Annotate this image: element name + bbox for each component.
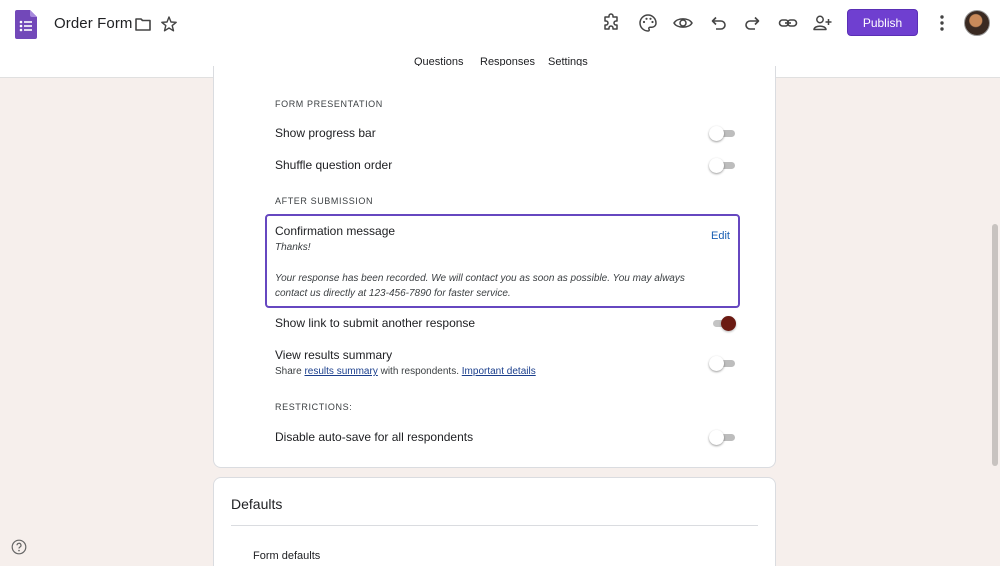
forms-logo-icon[interactable] xyxy=(15,10,37,39)
redo-icon[interactable] xyxy=(742,12,764,34)
add-collaborator-icon[interactable] xyxy=(811,12,833,34)
confirmation-message-title: Confirmation message xyxy=(275,224,396,238)
form-defaults-row[interactable]: Form defaults xyxy=(253,550,320,562)
folder-icon[interactable] xyxy=(134,15,152,33)
view-results-summary-toggle[interactable] xyxy=(709,356,737,371)
show-progress-bar-toggle[interactable] xyxy=(709,126,737,141)
avatar[interactable] xyxy=(964,10,990,36)
share-middle: with respondents. xyxy=(380,366,459,377)
shuffle-question-order-toggle[interactable] xyxy=(709,158,737,173)
confirmation-thanks-text: Thanks! xyxy=(275,242,311,253)
defaults-title: Defaults xyxy=(231,496,283,512)
toggle-knob xyxy=(709,430,724,445)
palette-icon[interactable] xyxy=(637,12,659,34)
toggle-knob xyxy=(721,316,736,331)
after-submission-heading: AFTER SUBMISSION xyxy=(275,196,374,206)
help-icon[interactable] xyxy=(11,539,27,555)
star-icon[interactable] xyxy=(160,15,178,33)
toggle-knob xyxy=(709,126,724,141)
more-vert-icon[interactable] xyxy=(934,13,950,33)
important-details-link[interactable]: Important details xyxy=(462,366,536,377)
add-ons-icon[interactable] xyxy=(601,12,623,34)
link-icon[interactable] xyxy=(777,12,799,34)
divider xyxy=(231,525,758,526)
form-presentation-heading: FORM PRESENTATION xyxy=(275,99,383,109)
preview-eye-icon[interactable] xyxy=(672,12,694,34)
share-prefix: Share xyxy=(275,366,302,377)
defaults-card: Defaults Form defaults xyxy=(213,477,776,566)
restrictions-heading: RESTRICTIONS: xyxy=(275,402,353,412)
share-results-description: Share results summary with respondents. … xyxy=(275,366,536,377)
publish-button[interactable]: Publish xyxy=(847,9,918,36)
view-results-summary-label: View results summary xyxy=(275,348,393,362)
show-link-toggle[interactable] xyxy=(709,316,737,331)
form-title[interactable]: Order Form xyxy=(54,15,133,32)
toggle-knob xyxy=(709,356,724,371)
disable-autosave-label: Disable auto-save for all respondents xyxy=(275,430,474,444)
toggle-knob xyxy=(709,158,724,173)
results-summary-link[interactable]: results summary xyxy=(304,366,377,377)
scrollbar-thumb[interactable] xyxy=(992,224,998,466)
confirmation-message-box[interactable]: Confirmation message Edit Thanks! Your r… xyxy=(265,214,740,308)
show-link-label: Show link to submit another response xyxy=(275,316,476,330)
undo-icon[interactable] xyxy=(707,12,729,34)
disable-autosave-toggle[interactable] xyxy=(709,430,737,445)
confirmation-edit-link[interactable]: Edit xyxy=(711,230,730,242)
show-progress-bar-label: Show progress bar xyxy=(275,126,376,140)
confirmation-message-text: Your response has been recorded. We will… xyxy=(275,273,685,299)
shuffle-question-order-label: Shuffle question order xyxy=(275,158,393,172)
